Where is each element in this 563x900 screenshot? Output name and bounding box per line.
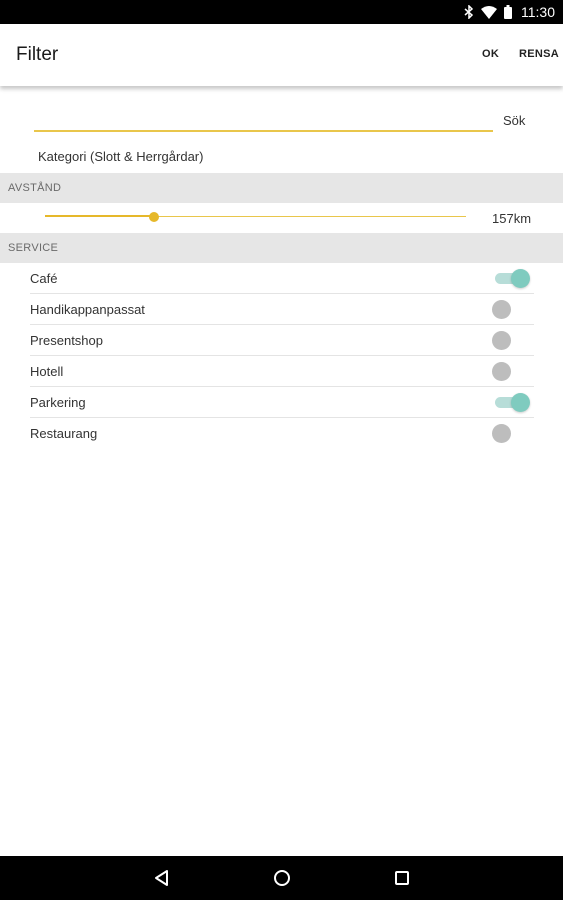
wifi-icon bbox=[481, 5, 497, 19]
presentshop-toggle[interactable] bbox=[490, 330, 530, 350]
service-row-parkering[interactable]: Parkering bbox=[30, 387, 534, 418]
app-bar: Filter OK RENSA bbox=[0, 24, 563, 86]
search-button[interactable]: Sök bbox=[503, 113, 525, 128]
service-label: Café bbox=[30, 271, 58, 286]
service-row-presentshop[interactable]: Presentshop bbox=[30, 325, 534, 356]
back-icon[interactable] bbox=[152, 868, 172, 888]
service-label: Restaurang bbox=[30, 426, 98, 441]
handikappanpassat-toggle[interactable] bbox=[490, 299, 530, 319]
service-label: Hotell bbox=[30, 364, 64, 379]
service-label: Presentshop bbox=[30, 333, 103, 348]
bluetooth-icon bbox=[464, 5, 474, 19]
service-header-label: SERVICE bbox=[8, 242, 59, 254]
service-label: Handikappanpassat bbox=[30, 302, 145, 317]
category-selector[interactable]: Kategori (Slott & Herrgårdar) bbox=[38, 149, 203, 164]
service-row-cafe[interactable]: Café bbox=[30, 263, 534, 294]
page-title: Filter bbox=[16, 44, 59, 65]
cafe-toggle[interactable] bbox=[490, 268, 530, 288]
distance-section-header: AVSTÅND bbox=[0, 173, 563, 203]
navigation-bar bbox=[0, 856, 563, 900]
battery-icon bbox=[504, 5, 512, 19]
slider-fill bbox=[45, 215, 154, 217]
ok-button[interactable]: OK bbox=[482, 48, 499, 60]
distance-header-label: AVSTÅND bbox=[8, 182, 62, 194]
service-row-handikappanpassat[interactable]: Handikappanpassat bbox=[30, 294, 534, 325]
service-row-hotell[interactable]: Hotell bbox=[30, 356, 534, 387]
distance-value: 157km bbox=[492, 211, 532, 226]
home-icon[interactable] bbox=[272, 868, 292, 888]
status-clock: 11:30 bbox=[521, 4, 555, 20]
recents-icon[interactable] bbox=[392, 868, 412, 888]
service-label: Parkering bbox=[30, 395, 86, 410]
clear-button[interactable]: RENSA bbox=[519, 48, 559, 60]
slider-thumb[interactable] bbox=[149, 212, 159, 222]
service-section-header: SERVICE bbox=[0, 233, 563, 263]
status-bar: 11:30 bbox=[0, 0, 563, 24]
search-input[interactable] bbox=[34, 130, 493, 132]
status-icons: 11:30 bbox=[464, 0, 555, 24]
distance-slider[interactable] bbox=[45, 208, 466, 226]
hotell-toggle[interactable] bbox=[490, 361, 530, 381]
restaurang-toggle[interactable] bbox=[490, 423, 530, 443]
parkering-toggle[interactable] bbox=[490, 392, 530, 412]
service-row-restaurang[interactable]: Restaurang bbox=[30, 418, 534, 449]
